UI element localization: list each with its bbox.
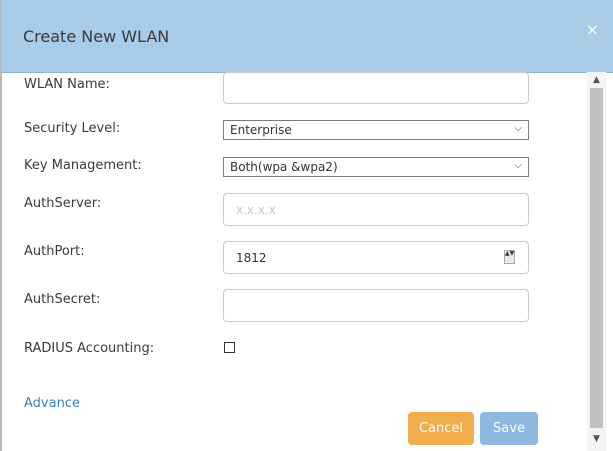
radius-accounting-label: RADIUS Accounting: (24, 341, 155, 356)
key-management-value: Both(wpa &wpa2) (230, 160, 338, 174)
key-management-select[interactable]: Both(wpa &wpa2) ⌵ (223, 157, 529, 177)
close-icon[interactable]: × (586, 22, 599, 38)
cancel-button[interactable]: Cancel (408, 412, 474, 445)
chevron-down-icon: ⌵ (514, 160, 522, 171)
security-level-value: Enterprise (230, 123, 292, 137)
save-button[interactable]: Save (480, 412, 538, 445)
dialog-title: Create New WLAN (23, 27, 170, 46)
auth-server-input[interactable] (223, 193, 529, 226)
key-management-label: Key Management: (24, 158, 142, 173)
auth-server-label: AuthServer: (24, 196, 102, 211)
auth-port-label: AuthPort: (24, 244, 85, 259)
dialog-header: Create New WLAN × (2, 0, 613, 73)
auth-secret-input[interactable] (223, 289, 529, 322)
auth-port-input[interactable]: 1812 ▲▼ (223, 241, 529, 274)
scrollbar-thumb[interactable] (590, 88, 603, 428)
radius-accounting-checkbox[interactable] (224, 342, 235, 353)
auth-secret-label: AuthSecret: (24, 292, 101, 307)
chevron-down-icon: ⌵ (514, 123, 522, 134)
advance-link[interactable]: Advance (24, 396, 80, 411)
wlan-name-label: WLAN Name: (24, 77, 110, 92)
wlan-name-input[interactable] (223, 72, 529, 104)
security-level-label: Security Level: (24, 121, 121, 136)
scrollbar[interactable]: ▲ ▼ (587, 72, 606, 451)
create-wlan-dialog: Create New WLAN × WLAN Name: Security Le… (0, 0, 613, 451)
security-level-select[interactable]: Enterprise ⌵ (223, 120, 529, 140)
auth-port-value: 1812 (236, 251, 267, 265)
spinner-icon[interactable]: ▲▼ (504, 250, 515, 264)
scroll-up-icon[interactable]: ▲ (587, 72, 606, 88)
scroll-down-icon[interactable]: ▼ (587, 431, 606, 447)
